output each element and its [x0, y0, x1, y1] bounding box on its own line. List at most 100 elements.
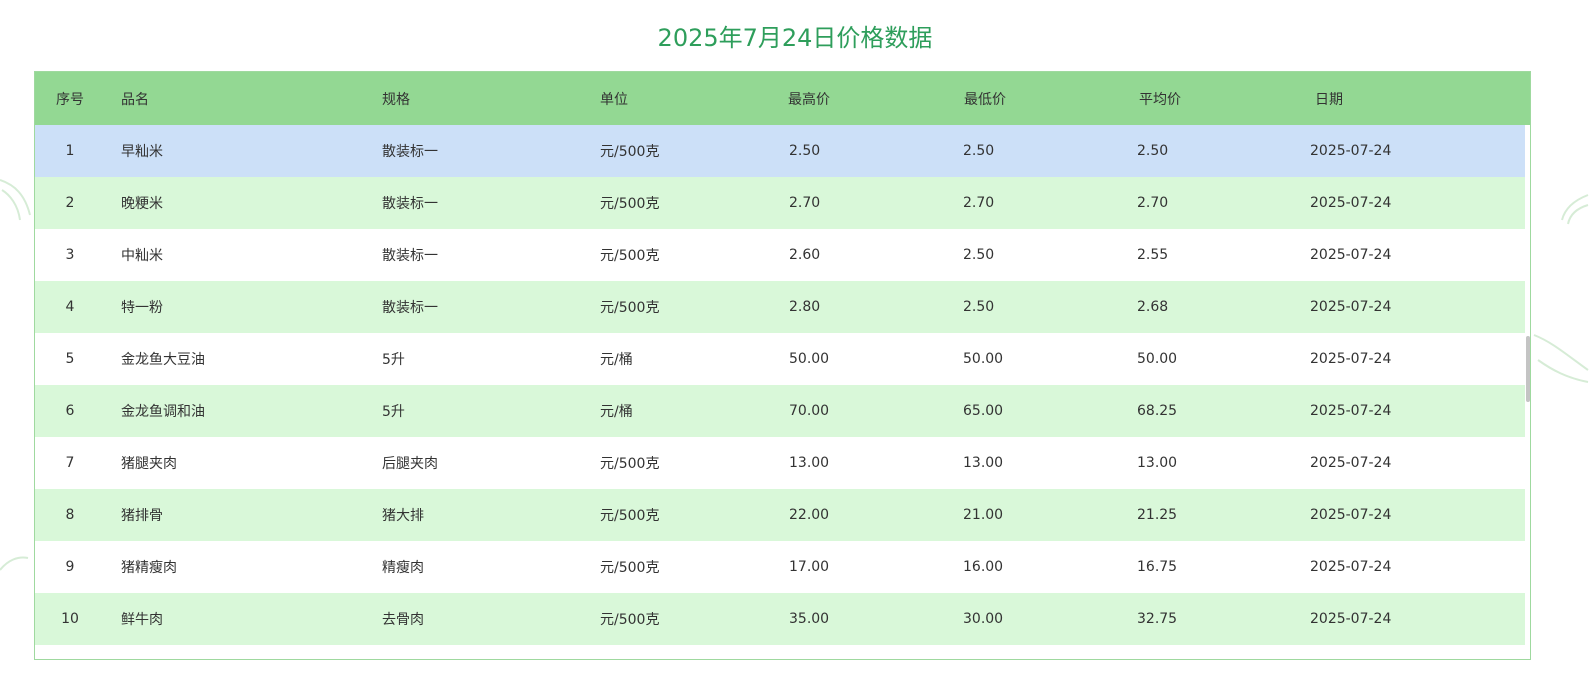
cell-min-price: 16.00 [963, 559, 1004, 575]
page-title: 2025年7月24日价格数据 [657, 24, 933, 52]
cell-date: 2025-07-24 [1310, 195, 1392, 211]
cell-max-price: 2.50 [789, 143, 821, 159]
column-header-date[interactable]: 日期 [1315, 72, 1495, 125]
cell-min-price: 2.50 [963, 247, 995, 263]
cell-spec: 散装标一 [382, 300, 438, 316]
table-row[interactable]: 9 猪精瘦肉 精瘦肉 元/500克 17.00 16.00 16.75 2025… [35, 541, 1525, 593]
table-row[interactable]: 2 晚粳米 散装标一 元/500克 2.70 2.70 2.70 2025-07… [35, 177, 1525, 229]
cell-min-price: 2.50 [963, 299, 995, 315]
cell-unit: 元/500克 [600, 144, 660, 160]
column-header-max-price[interactable]: 最高价 [788, 72, 938, 125]
cell-index: 7 [65, 455, 75, 471]
column-header-index[interactable]: 序号 [35, 72, 105, 125]
table-row[interactable]: 3 中籼米 散装标一 元/500克 2.60 2.50 2.55 2025-07… [35, 229, 1525, 281]
cell-max-price: 35.00 [789, 611, 830, 627]
column-header-spec[interactable]: 规格 [382, 72, 582, 125]
cell-date: 2025-07-24 [1310, 559, 1392, 575]
cell-index: 1 [65, 143, 75, 159]
cell-avg-price: 21.25 [1137, 507, 1178, 523]
cell-spec: 精瘦肉 [382, 560, 424, 576]
cell-min-price: 30.00 [963, 611, 1004, 627]
cell-avg-price: 16.75 [1137, 559, 1178, 575]
cell-unit: 元/500克 [600, 508, 660, 524]
table-row[interactable]: 5 金龙鱼大豆油 5升 元/桶 50.00 50.00 50.00 2025-0… [35, 333, 1525, 385]
table-row[interactable]: 7 猪腿夹肉 后腿夹肉 元/500克 13.00 13.00 13.00 202… [35, 437, 1525, 489]
cell-unit: 元/桶 [600, 404, 633, 420]
cell-date: 2025-07-24 [1310, 247, 1392, 263]
cell-name: 早籼米 [121, 144, 163, 160]
cell-avg-price: 2.55 [1137, 247, 1169, 263]
table-row[interactable]: 10 鲜牛肉 去骨肉 元/500克 35.00 30.00 32.75 2025… [35, 593, 1525, 645]
cell-index: 4 [65, 299, 75, 315]
cell-avg-price: 50.00 [1137, 351, 1178, 367]
cell-avg-price: 68.25 [1137, 403, 1178, 419]
cell-max-price: 2.60 [789, 247, 821, 263]
cell-unit: 元/500克 [600, 300, 660, 316]
column-header-avg-price[interactable]: 平均价 [1139, 72, 1289, 125]
cell-min-price: 50.00 [963, 351, 1004, 367]
cell-unit: 元/500克 [600, 196, 660, 212]
cell-index: 5 [65, 351, 75, 367]
cell-name: 鲜牛肉 [121, 612, 163, 628]
cell-unit: 元/500克 [600, 560, 660, 576]
cell-index: 10 [61, 611, 79, 627]
cell-date: 2025-07-24 [1310, 507, 1392, 523]
table-row[interactable]: 6 金龙鱼调和油 5升 元/桶 70.00 65.00 68.25 2025-0… [35, 385, 1525, 437]
table-row[interactable]: 4 特一粉 散装标一 元/500克 2.80 2.50 2.68 2025-07… [35, 281, 1525, 333]
cell-name: 特一粉 [121, 300, 163, 316]
cell-spec: 5升 [382, 352, 405, 368]
leaf-decoration-right-top [1561, 194, 1589, 225]
cell-spec: 散装标一 [382, 196, 438, 212]
cell-min-price: 21.00 [963, 507, 1004, 523]
cell-name: 晚粳米 [121, 196, 163, 212]
cell-max-price: 2.80 [789, 299, 821, 315]
table-row[interactable]: 8 猪排骨 猪大排 元/500克 22.00 21.00 21.25 2025-… [35, 489, 1525, 541]
cell-min-price: 2.70 [963, 195, 995, 211]
column-header-unit[interactable]: 单位 [600, 72, 770, 125]
cell-max-price: 17.00 [789, 559, 830, 575]
table-row[interactable]: 1 早籼米 散装标一 元/500克 2.50 2.50 2.50 2025-07… [35, 125, 1525, 177]
cell-date: 2025-07-24 [1310, 351, 1392, 367]
cell-name: 金龙鱼调和油 [121, 404, 205, 420]
cell-min-price: 13.00 [963, 455, 1004, 471]
cell-unit: 元/500克 [600, 456, 660, 472]
cell-spec: 5升 [382, 404, 405, 420]
cell-date: 2025-07-24 [1310, 143, 1392, 159]
cell-spec: 散装标一 [382, 248, 438, 264]
column-header-min-price[interactable]: 最低价 [964, 72, 1114, 125]
cell-index: 6 [65, 403, 75, 419]
cell-name: 金龙鱼大豆油 [121, 352, 205, 368]
leaf-decoration-right-middle [1533, 334, 1589, 383]
cell-spec: 去骨肉 [382, 612, 424, 628]
cell-max-price: 13.00 [789, 455, 830, 471]
cell-min-price: 2.50 [963, 143, 995, 159]
cell-date: 2025-07-24 [1310, 403, 1392, 419]
cell-avg-price: 2.68 [1137, 299, 1169, 315]
cell-name: 猪精瘦肉 [121, 560, 177, 576]
cell-max-price: 50.00 [789, 351, 830, 367]
cell-spec: 猪大排 [382, 508, 424, 524]
cell-spec: 后腿夹肉 [382, 456, 438, 472]
leaf-decoration-left-bottom [0, 556, 29, 571]
cell-date: 2025-07-24 [1310, 299, 1392, 315]
cell-name: 猪排骨 [121, 508, 163, 524]
cell-date: 2025-07-24 [1310, 455, 1392, 471]
table-body: 1 早籼米 散装标一 元/500克 2.50 2.50 2.50 2025-07… [35, 125, 1525, 659]
cell-unit: 元/500克 [600, 248, 660, 264]
cell-index: 9 [65, 559, 75, 575]
cell-max-price: 2.70 [789, 195, 821, 211]
cell-name: 猪腿夹肉 [121, 456, 177, 472]
scrollbar-thumb[interactable] [1526, 336, 1530, 402]
vertical-scrollbar[interactable] [1525, 125, 1530, 659]
cell-unit: 元/桶 [600, 352, 633, 368]
cell-name: 中籼米 [121, 248, 163, 264]
cell-avg-price: 2.50 [1137, 143, 1169, 159]
cell-unit: 元/500克 [600, 612, 660, 628]
table-header: 序号 品名 规格 单位 最高价 最低价 平均价 日期 [35, 72, 1530, 125]
price-table: 序号 品名 规格 单位 最高价 最低价 平均价 日期 1 早籼米 散装标一 元/… [34, 71, 1531, 660]
cell-index: 3 [65, 247, 75, 263]
column-header-name[interactable]: 品名 [121, 72, 371, 125]
cell-spec: 散装标一 [382, 144, 438, 160]
cell-min-price: 65.00 [963, 403, 1004, 419]
cell-index: 8 [65, 507, 75, 523]
